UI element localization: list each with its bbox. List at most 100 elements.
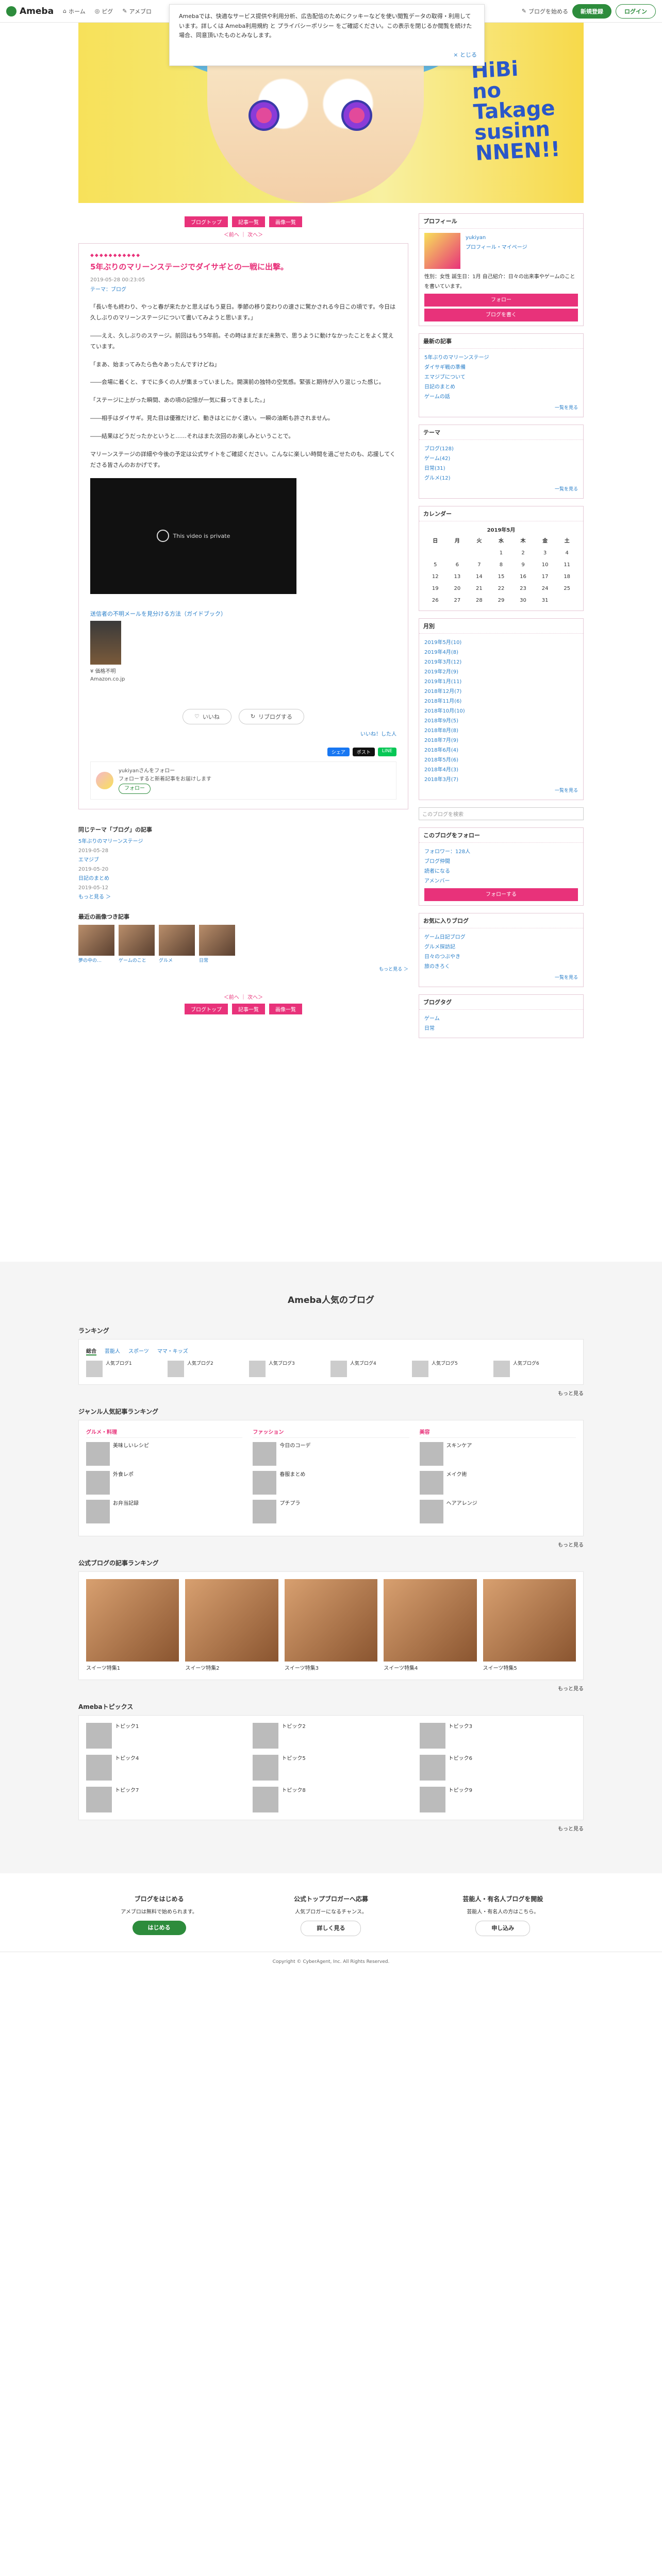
reblog-button[interactable]: ↻ リブログする [238,708,305,724]
archive-link[interactable]: 2018年11月(6) [424,697,578,706]
ranking-item[interactable]: 人気ブログ2 [168,1361,244,1378]
blog-top-button[interactable]: ブログトップ [185,216,228,227]
topic-item[interactable]: トピック6 [419,1755,576,1781]
topic-item[interactable]: トピック8 [253,1787,409,1813]
favorite-blog-link[interactable]: ゲーム日記ブログ [424,933,578,942]
follow-info-link[interactable]: アメンバー [424,876,578,886]
related-item[interactable]: エマジブ 2019-05-20 [78,856,408,874]
related-item[interactable]: 日記のまとめ 2019-05-12 [78,874,408,893]
archive-link[interactable]: 2018年7月(9) [424,736,578,745]
liked-users-link[interactable]: いいね！した人 [90,730,396,737]
archive-link[interactable]: 2019年4月(8) [424,648,578,657]
genre-item[interactable]: ヘアアレンジ [419,1500,576,1524]
latest-post-link[interactable]: 日記のまとめ [424,382,578,392]
follow-info-link[interactable]: 読者になる [424,867,578,876]
theme-link[interactable]: ブログ(128) [424,444,578,454]
next-article-link[interactable]: 次へ＞ [247,232,263,238]
latest-post-link[interactable]: ダイサギ戦の準備 [424,363,578,372]
topic-item[interactable]: トピック7 [86,1787,242,1813]
topic-item[interactable]: トピック1 [86,1723,242,1749]
article-title[interactable]: 5年ぶりのマリーンステージでダイサギとの一戦に出撃。 [90,261,396,272]
archive-link[interactable]: 2019年3月(12) [424,657,578,667]
follow-info-link[interactable]: ブログ仲間 [424,857,578,867]
ranking-tab[interactable]: ママ・キッズ [157,1347,188,1355]
ranking-tab[interactable]: スポーツ [128,1347,149,1355]
genre-item[interactable]: 今日のコーデ [253,1442,409,1466]
profile-image[interactable] [424,233,460,269]
official-article[interactable]: スイーツ特集2 [185,1579,278,1672]
official-more-link[interactable]: もっと見る [78,1684,584,1692]
theme-link[interactable]: グルメ(12) [424,473,578,483]
theme-link[interactable]: ゲーム(42) [424,454,578,464]
topic-item[interactable]: トピック3 [419,1723,576,1749]
theme-link[interactable]: 日常(31) [424,464,578,473]
side-follow-button[interactable]: フォローする [424,888,578,902]
archive-link[interactable]: 2018年4月(3) [424,765,578,775]
ranking-item[interactable]: 人気ブログ6 [493,1361,570,1378]
archive-more-link[interactable]: 一覧を見る [424,787,578,795]
follow-info-link[interactable]: フォロワー：128人 [424,847,578,857]
genre-more-link[interactable]: もっと見る [78,1540,584,1548]
genre-item[interactable]: 春服まとめ [253,1471,409,1495]
blog-tag-link[interactable]: 日常 [424,1024,578,1033]
recent-more-link[interactable]: もっと見る ＞ [78,965,408,972]
cookie-notice-close[interactable]: × とじる [453,50,477,60]
article-list-button[interactable]: 記事一覧 [232,1003,265,1014]
next-article-link[interactable]: 次へ＞ [247,995,263,1001]
genre-item[interactable]: お弁当記録 [86,1500,242,1524]
topic-item[interactable]: トピック5 [253,1755,409,1781]
latest-post-link[interactable]: エマジブについて [424,372,578,382]
official-article[interactable]: スイーツ特集4 [384,1579,477,1672]
topics-more-link[interactable]: もっと見る [78,1824,584,1832]
favorite-blog-link[interactable]: 旅のきろく [424,962,578,972]
archive-link[interactable]: 2018年12月(7) [424,687,578,697]
embedded-video[interactable]: This video is private [90,478,296,594]
cta-celebrity-button[interactable]: 申し込み [475,1920,531,1937]
profile-follow-button[interactable]: フォロー [424,294,578,307]
blog-tag-link[interactable]: ゲーム [424,1014,578,1024]
amazon-product-image[interactable] [90,620,121,665]
image-list-button[interactable]: 画像一覧 [269,216,302,227]
cta-start-button[interactable]: はじめる [132,1920,186,1936]
profile-name[interactable]: yukiyan [466,233,527,243]
recent-thumb[interactable]: 夢の中の… [78,924,114,963]
facebook-share-button[interactable]: シェア [327,747,350,756]
topic-item[interactable]: トピック2 [253,1723,409,1749]
nav-ameblo[interactable]: ✎ アメブロ [122,7,152,15]
topic-item[interactable]: トピック9 [419,1787,576,1813]
favorite-more-link[interactable]: 一覧を見る [424,974,578,982]
ranking-item[interactable]: 人気ブログ4 [330,1361,407,1378]
profile-mypage-link[interactable]: プロフィール・マイページ [466,243,527,252]
archive-link[interactable]: 2018年6月(4) [424,745,578,755]
image-list-button[interactable]: 画像一覧 [269,1003,302,1014]
favorite-blog-link[interactable]: 日々のつぶやき [424,952,578,962]
recent-thumb[interactable]: 日常 [199,924,235,963]
archive-link[interactable]: 2019年5月(10) [424,638,578,648]
cta-top-blogger-button[interactable]: 詳しく見る [301,1920,361,1937]
official-article[interactable]: スイーツ特集1 [86,1579,179,1672]
ranking-tab[interactable]: 総合 [86,1347,96,1356]
blog-search-input[interactable]: このブログを検索 [419,807,584,821]
like-button[interactable]: ♡ いいね [182,708,231,724]
recent-thumb[interactable]: ゲームのこと [119,924,155,963]
latest-post-link[interactable]: 5年ぶりのマリーンステージ [424,353,578,363]
ranking-item[interactable]: 人気ブログ1 [86,1361,162,1378]
topic-item[interactable]: トピック4 [86,1755,242,1781]
favorite-blog-link[interactable]: グルメ探訪記 [424,942,578,952]
follow-button[interactable]: フォロー [119,783,151,794]
official-article[interactable]: スイーツ特集5 [483,1579,576,1672]
line-share-button[interactable]: LINE [377,747,396,756]
genre-item[interactable]: プチプラ [253,1500,409,1524]
article-theme[interactable]: テーマ：ブログ [90,285,396,293]
nav-home[interactable]: ⌂ ホーム [63,7,86,15]
archive-link[interactable]: 2018年10月(10) [424,706,578,716]
ameba-logo[interactable]: Ameba [6,6,54,16]
official-article[interactable]: スイーツ特集3 [284,1579,378,1672]
nav-pigg[interactable]: ◎ ピグ [95,7,113,15]
archive-link[interactable]: 2019年2月(9) [424,667,578,677]
archive-link[interactable]: 2018年8月(8) [424,726,578,736]
latest-post-link[interactable]: ゲームの話 [424,392,578,402]
ranking-tab[interactable]: 芸能人 [105,1347,120,1355]
genre-item[interactable]: スキンケア [419,1442,576,1466]
related-more-link[interactable]: もっと見る ＞ [78,894,111,900]
